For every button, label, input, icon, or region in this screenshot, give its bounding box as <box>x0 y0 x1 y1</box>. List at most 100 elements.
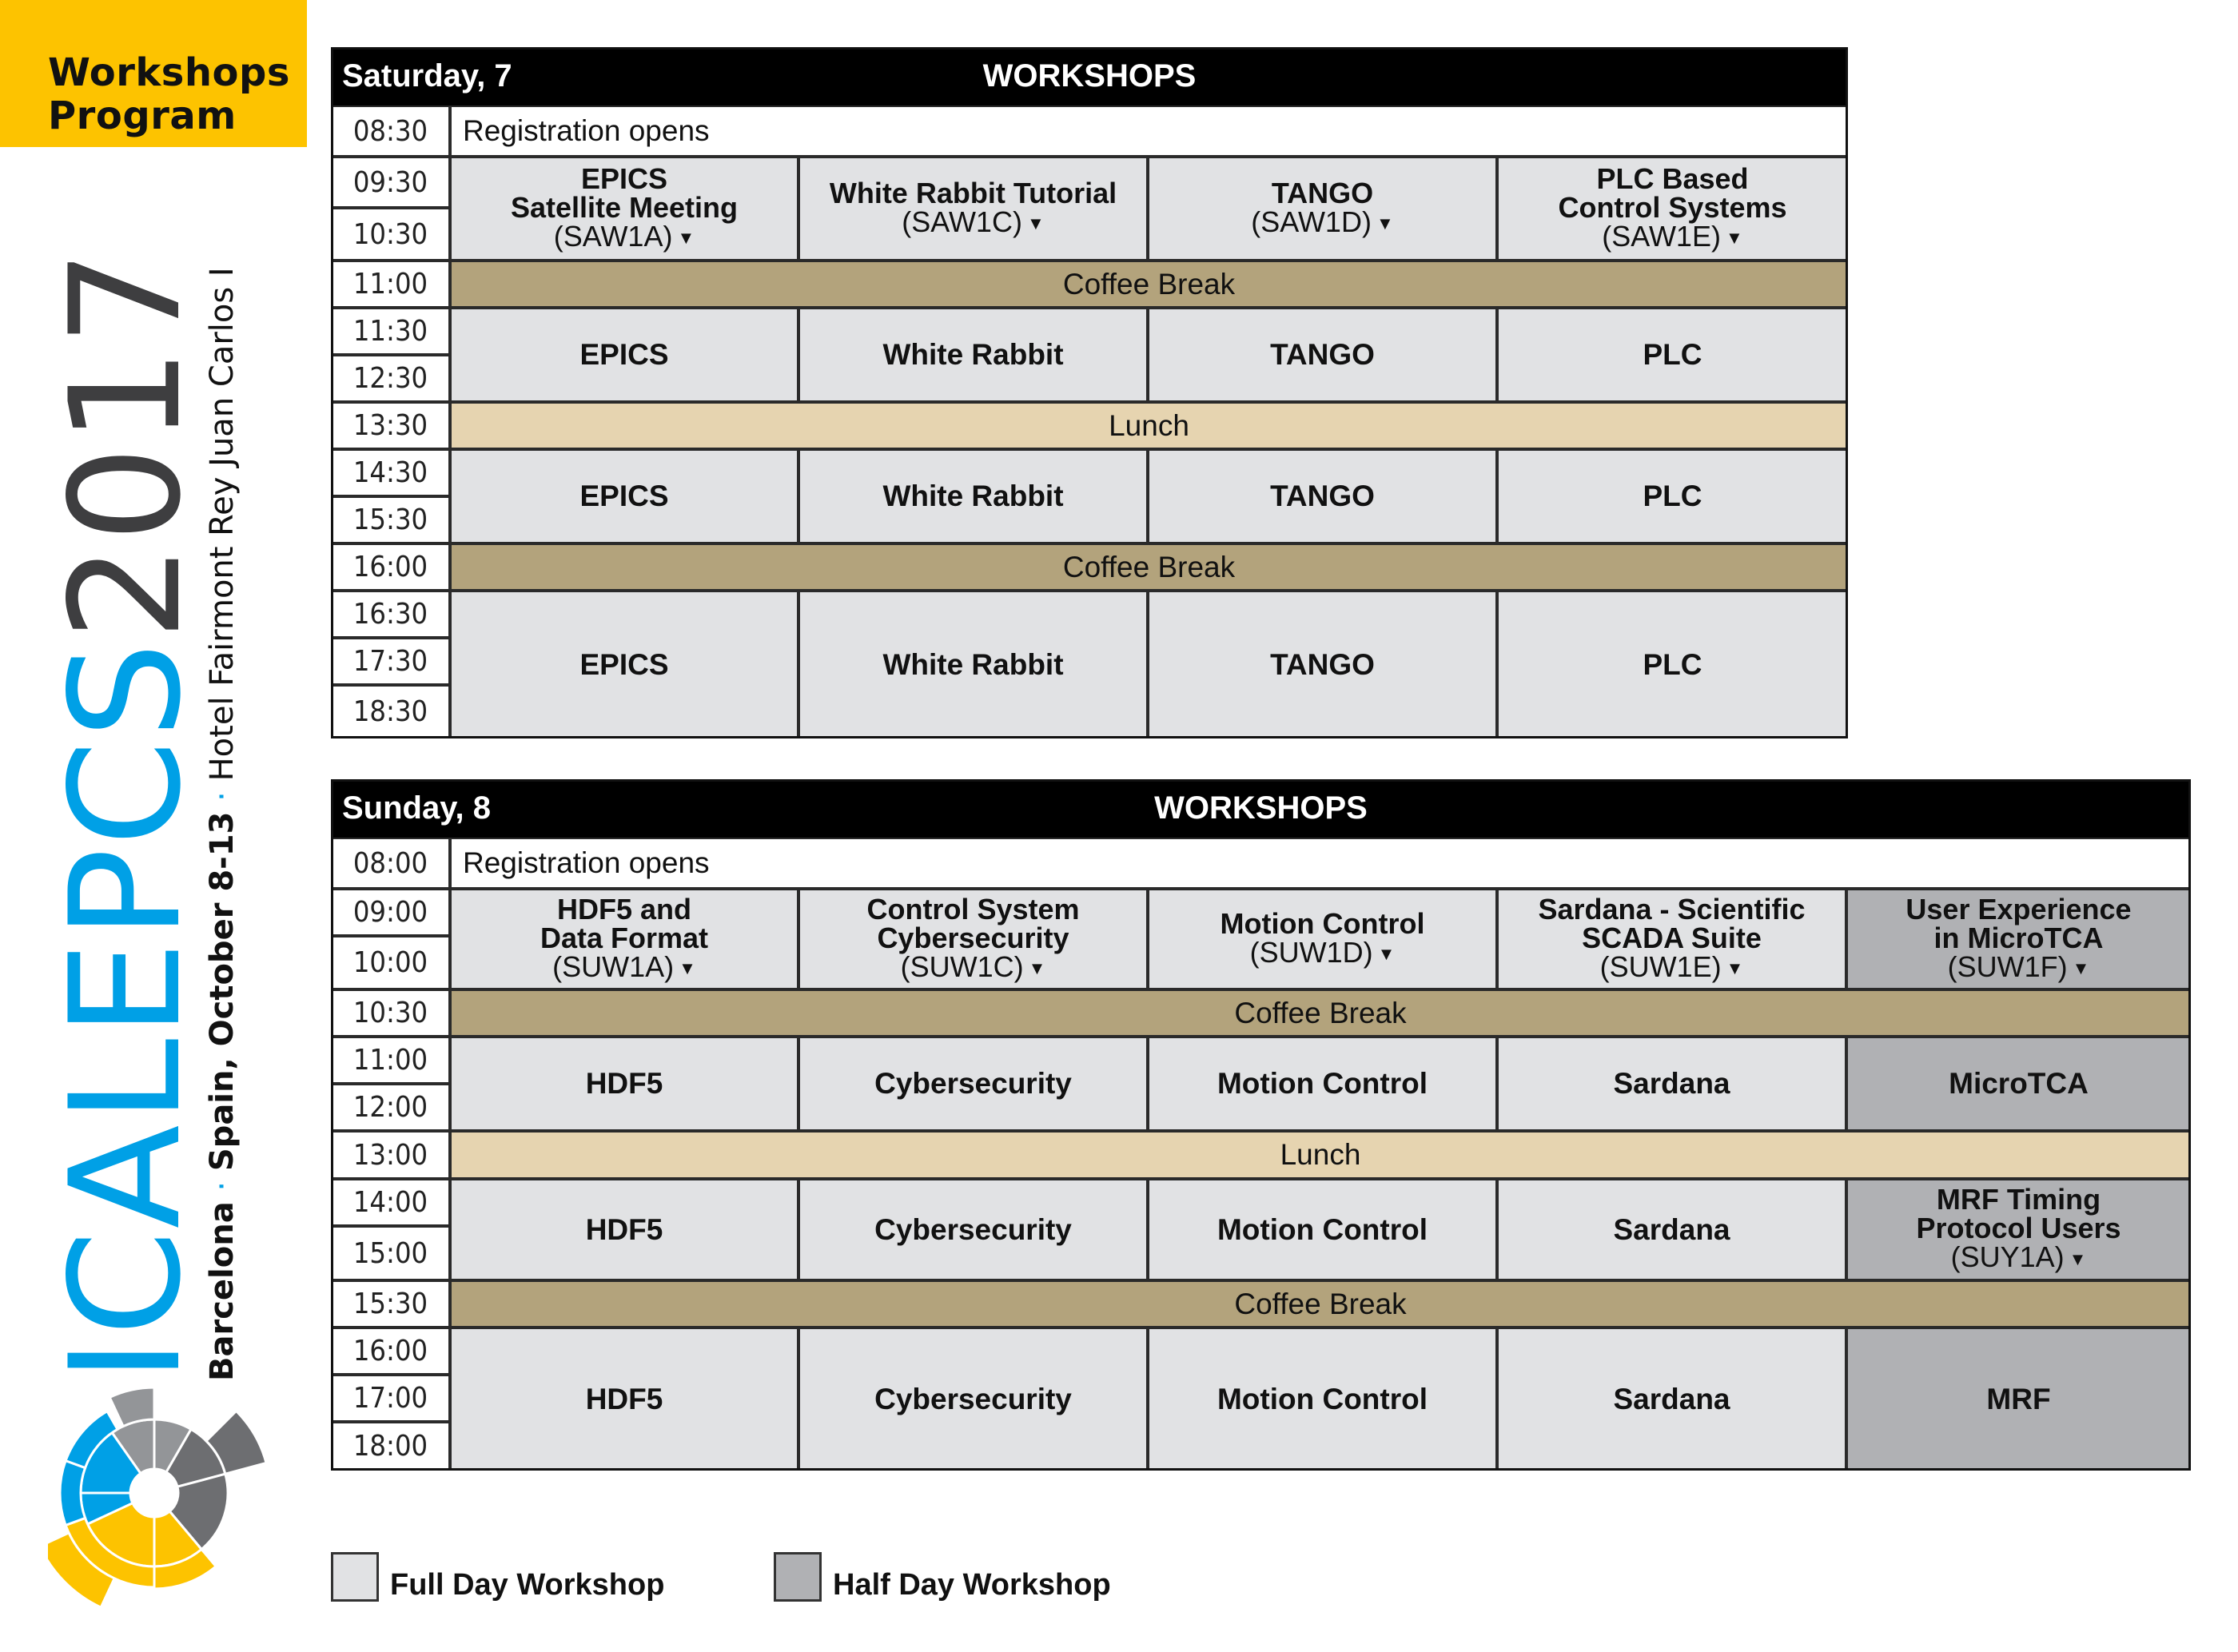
legend-label-half-day: Half Day Workshop <box>833 1568 1111 1602</box>
session-label: MicroTCA <box>1949 1067 2089 1100</box>
title-line-1: Workshops <box>48 50 290 95</box>
time-slot: 16:00 <box>331 1328 450 1375</box>
session-label: Motion Control <box>1217 1212 1428 1246</box>
workshop-code: (SAW1D) <box>1251 205 1372 238</box>
session-label: TANGO <box>1270 338 1375 371</box>
dropdown-arrow-icon[interactable]: ▼ <box>2073 958 2090 978</box>
registration-row: Registration opens <box>450 838 2191 889</box>
workshop-code: (SUW1A) <box>552 949 675 983</box>
registration-row: Registration opens <box>450 105 1848 157</box>
session-cell[interactable]: White Rabbit <box>798 591 1148 738</box>
workshops-header: WORKSHOPS <box>331 779 2191 838</box>
dropdown-arrow-icon[interactable]: ▼ <box>1726 228 1743 248</box>
session-cell[interactable]: Sardana <box>1497 1328 1846 1471</box>
workshop-code: (SAW1E) <box>1602 219 1721 253</box>
session-cell[interactable]: White Rabbit <box>798 449 1148 543</box>
time-slot: 15:30 <box>331 496 450 543</box>
workshop-code-row: (SAW1D) ▼ <box>1251 205 1394 238</box>
workshop-code-row: (SUW1A) ▼ <box>552 949 696 983</box>
workshop-title: Control System <box>866 892 1080 926</box>
workshop-cell[interactable]: Control System Cybersecurity (SUW1C) ▼ <box>798 889 1148 989</box>
session-cell[interactable]: PLC <box>1497 308 1848 402</box>
dropdown-arrow-icon[interactable]: ▼ <box>679 958 696 978</box>
workshop-code: (SAW1C) <box>902 205 1022 238</box>
session-cell[interactable]: TANGO <box>1148 591 1497 738</box>
session-cell[interactable]: Cybersecurity <box>798 1037 1148 1131</box>
time-slot: 12:00 <box>331 1084 450 1131</box>
workshop-title: Control Systems <box>1558 190 1787 224</box>
session-cell[interactable]: HDF5 <box>450 1037 798 1131</box>
session-label: MRF <box>1986 1382 2051 1415</box>
session-label: White Rabbit <box>882 480 1064 512</box>
session-label: HDF5 <box>585 1382 663 1415</box>
session-cell[interactable]: Motion Control <box>1148 1179 1497 1280</box>
workshop-title: HDF5 and <box>556 892 691 926</box>
session-cell[interactable]: PLC <box>1497 591 1848 738</box>
dropdown-arrow-icon[interactable]: ▼ <box>1029 958 1046 978</box>
session-label: EPICS <box>579 647 669 681</box>
session-cell[interactable]: MicroTCA <box>1846 1037 2191 1131</box>
workshop-cell[interactable]: User Experience in MicroTCA (SUW1F) ▼ <box>1846 889 2191 989</box>
legend-swatch-half-day <box>774 1552 822 1602</box>
session-cell[interactable]: EPICS <box>450 449 798 543</box>
session-cell[interactable]: TANGO <box>1148 308 1497 402</box>
session-cell[interactable]: Sardana <box>1497 1179 1846 1280</box>
session-cell[interactable]: Motion Control <box>1148 1328 1497 1471</box>
dropdown-arrow-icon[interactable]: ▼ <box>1027 213 1045 233</box>
time-slot: 17:00 <box>331 1375 450 1422</box>
workshop-cell[interactable]: TANGO (SAW1D) ▼ <box>1148 157 1497 261</box>
time-slot: 16:00 <box>331 543 450 591</box>
coffee-break-row: Coffee Break <box>450 989 2191 1037</box>
session-cell[interactable]: EPICS <box>450 308 798 402</box>
session-cell[interactable]: HDF5 <box>450 1328 798 1471</box>
workshop-title: SCADA Suite <box>1582 921 1762 954</box>
session-cell[interactable]: MRF <box>1846 1328 2191 1471</box>
time-slot: 09:00 <box>331 889 450 936</box>
time-slot: 08:00 <box>331 838 450 889</box>
workshop-cell[interactable]: HDF5 and Data Format (SUW1A) ▼ <box>450 889 798 989</box>
time-slot: 16:30 <box>331 591 450 638</box>
session-cell[interactable]: HDF5 <box>450 1179 798 1280</box>
session-label: TANGO <box>1270 647 1375 681</box>
workshop-cell[interactable]: Sardana - Scientific SCADA Suite (SUW1E) ▼ <box>1497 889 1846 989</box>
workshop-code-row: (SAW1A) ▼ <box>553 219 695 253</box>
session-cell[interactable]: Cybersecurity <box>798 1328 1148 1471</box>
dropdown-arrow-icon[interactable]: ▼ <box>677 228 695 248</box>
icalepcs-logo-text: ICALEPCS2017 <box>38 248 214 1383</box>
dropdown-arrow-icon[interactable]: ▼ <box>2069 1249 2087 1269</box>
time-slot: 18:30 <box>331 685 450 738</box>
session-cell[interactable]: Sardana <box>1497 1037 1846 1131</box>
logo-segment <box>108 1386 156 1428</box>
workshop-title: MRF Timing <box>1936 1183 2101 1216</box>
workshop-cell[interactable]: MRF Timing Protocol Users (SUY1A) ▼ <box>1846 1179 2191 1280</box>
time-slot: 12:30 <box>331 355 450 402</box>
workshop-cell[interactable]: EPICS Satellite Meeting (SAW1A) ▼ <box>450 157 798 261</box>
workshop-cell[interactable]: PLC Based Control Systems (SAW1E) ▼ <box>1497 157 1848 261</box>
session-label: Cybersecurity <box>874 1212 1072 1246</box>
logo-text-blue-2: CS <box>38 640 214 846</box>
coffee-break-row: Coffee Break <box>450 261 1848 308</box>
session-cell[interactable]: TANGO <box>1148 449 1497 543</box>
session-cell[interactable]: White Rabbit <box>798 308 1148 402</box>
lunch-row: Lunch <box>450 402 1848 449</box>
session-cell[interactable]: Motion Control <box>1148 1037 1497 1131</box>
session-cell[interactable]: EPICS <box>450 591 798 738</box>
dropdown-arrow-icon[interactable]: ▼ <box>1726 958 1744 978</box>
title-line-2: Program <box>48 94 237 138</box>
session-label: HDF5 <box>585 1067 663 1100</box>
workshop-code: (SAW1A) <box>553 219 673 253</box>
dropdown-arrow-icon[interactable]: ▼ <box>1378 944 1396 964</box>
lunch-row: Lunch <box>450 1131 2191 1179</box>
time-slot: 13:00 <box>331 1131 450 1179</box>
dropdown-arrow-icon[interactable]: ▼ <box>1376 213 1394 233</box>
workshop-cell[interactable]: White Rabbit Tutorial (SAW1C) ▼ <box>798 157 1148 261</box>
workshop-cell[interactable]: Motion Control (SUW1D) ▼ <box>1148 889 1497 989</box>
workshop-code-row: (SUW1C) ▼ <box>901 952 1046 983</box>
session-label: Motion Control <box>1217 1382 1428 1415</box>
session-cell[interactable]: PLC <box>1497 449 1848 543</box>
time-slot: 11:30 <box>331 308 450 355</box>
session-cell[interactable]: Cybersecurity <box>798 1179 1148 1280</box>
time-slot: 11:00 <box>331 261 450 308</box>
time-slot: 10:00 <box>331 936 450 989</box>
time-slot: 10:30 <box>331 208 450 261</box>
